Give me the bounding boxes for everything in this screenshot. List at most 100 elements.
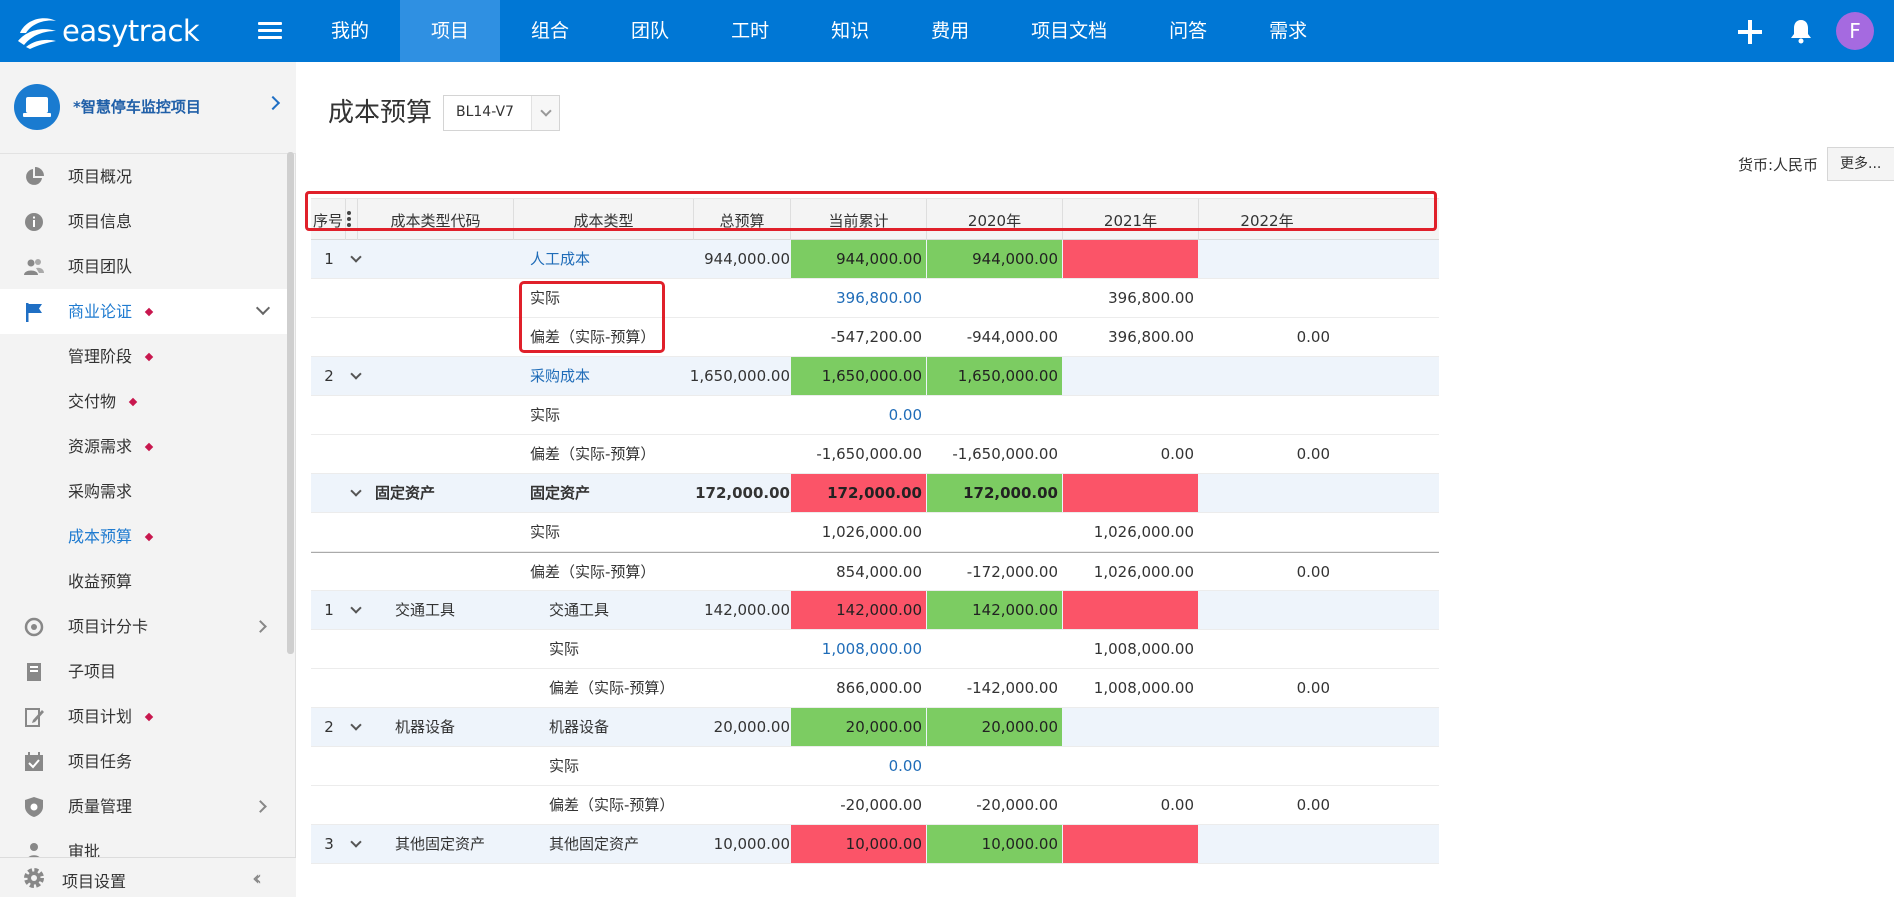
table-row[interactable]: 偏差（实际-预算） 854,000.00 -172,000.00 1,026,0… [311,552,1439,591]
sidebar-item-plan[interactable]: 项目计划 [0,694,288,739]
chevron-down-icon [350,602,362,614]
project-logo-icon [14,84,60,130]
required-dot-icon [144,532,154,541]
more-button[interactable]: 更多... [1827,147,1894,181]
cell-2020: -142,000.00 [966,679,1058,697]
table-row[interactable]: 3 其他固定资产 其他固定资产 10,000.00 10,000.00 10,0… [311,825,1439,864]
nav-item-project[interactable]: 项目 [400,0,501,62]
nav-item-portfolio[interactable]: 组合 [500,0,600,62]
cell-current: 1,026,000.00 [821,523,922,541]
add-icon[interactable] [1738,20,1762,44]
cell-current: -1,650,000.00 [816,445,922,463]
sidebar-scrollbar[interactable] [287,152,294,654]
sidebar-item-revenue-budget[interactable]: 收益预算 [0,559,288,604]
sidebar-item-label: 项目团队 [68,257,133,276]
nav-item-my[interactable]: 我的 [300,0,400,62]
row-toggle[interactable] [347,474,367,512]
cell-2020: 20,000.00 [927,708,1062,746]
sidebar-item-quality[interactable]: 质量管理 [0,784,288,829]
sidebar-item-tasks[interactable]: 项目任务 [0,739,288,784]
cell-2022 [1199,357,1334,395]
sidebar-item-business-case[interactable]: 商业论证 [0,289,288,334]
page-title: 成本预算 [328,98,433,128]
logo-icon [18,18,56,49]
row-toggle[interactable] [347,357,367,395]
required-dot-icon [128,397,138,406]
cell-current[interactable]: 396,800.00 [791,279,926,317]
bell-icon[interactable] [1789,18,1813,44]
sidebar-item-procurement[interactable]: 采购需求 [0,469,288,514]
table-row[interactable]: 实际 1,008,000.00 1,008,000.00 [311,630,1439,669]
table-row[interactable]: 2 采购成本 1,650,000.00 1,650,000.00 1,650,0… [311,357,1439,396]
sidebar-item-info[interactable]: 项目信息 [0,199,288,244]
cell-current: 866,000.00 [836,679,922,697]
nav-item-qa[interactable]: 问答 [1138,0,1238,62]
sidebar-item-label: 成本预算 [68,514,154,559]
sidebar-item-overview[interactable]: 项目概况 [0,154,288,199]
project-settings[interactable]: 项目设置 ‹‹ [0,857,296,897]
pie-chart-icon [26,167,44,185]
highlight-box-rows [519,281,665,353]
table-row[interactable]: 实际 396,800.00 396,800.00 [311,279,1439,318]
sidebar-item-stages[interactable]: 管理阶段 [0,334,288,379]
cell-total: 10,000.00 [713,835,790,853]
row-toggle[interactable] [347,825,367,863]
cell-current[interactable]: 0.00 [791,396,926,434]
cell-2021: 1,008,000.00 [1093,679,1194,697]
logo-text: easytrack [62,14,200,48]
chevron-down-icon[interactable] [531,96,559,130]
required-dot-icon [144,352,154,361]
sidebar-item-team[interactable]: 项目团队 [0,244,288,289]
table-row[interactable]: 1 人工成本 944,000.00 944,000.00 944,000.00 [311,240,1439,279]
sidebar-item-deliverables[interactable]: 交付物 [0,379,288,424]
row-toggle[interactable] [347,240,367,278]
table-row[interactable]: 偏差（实际-预算） -547,200.00 -944,000.00 396,80… [311,318,1439,357]
cell-current[interactable]: 1,008,000.00 [791,630,926,668]
cell-current[interactable]: 0.00 [791,747,926,785]
easytrack-logo[interactable]: easytrack [16,10,200,52]
nav-item-documents[interactable]: 项目文档 [1000,0,1138,62]
chevron-right-icon [254,800,267,813]
table-row[interactable]: 2 机器设备 机器设备 20,000.00 20,000.00 20,000.0… [311,708,1439,747]
project-name: *智慧停车监控项目 [73,98,201,116]
row-toggle[interactable] [347,708,367,746]
sidebar-item-scorecard[interactable]: 项目计分卡 [0,604,288,649]
user-avatar[interactable]: F [1836,12,1874,50]
cell-2022: 0.00 [1296,563,1330,581]
row-toggle[interactable] [347,591,367,629]
version-select[interactable]: BL14-V7 [443,95,560,131]
table-row[interactable]: 实际 0.00 [311,396,1439,435]
table-row[interactable]: 固定资产 固定资产 172,000.00 172,000.00 172,000.… [311,474,1439,513]
nav-item-expense[interactable]: 费用 [900,0,1000,62]
cell-2020: 1,650,000.00 [927,357,1062,395]
cell-2022 [1199,708,1334,746]
cell-current: -20,000.00 [840,796,922,814]
shield-icon [25,797,43,817]
cell-current: 10,000.00 [791,825,926,863]
table-row[interactable]: 1 交通工具 交通工具 142,000.00 142,000.00 142,00… [311,591,1439,630]
cell-2022 [1199,474,1334,512]
sidebar-item-cost-budget[interactable]: 成本预算 [0,514,288,559]
project-header[interactable]: *智慧停车监控项目 [0,62,296,154]
nav-item-team[interactable]: 团队 [600,0,700,62]
collapse-sidebar-icon[interactable]: ‹‹ [252,868,262,888]
table-row[interactable]: 偏差（实际-预算） 866,000.00 -142,000.00 1,008,0… [311,669,1439,708]
sidebar-item-label: 子项目 [68,662,117,681]
cell-2021 [1063,708,1198,746]
cell-2021: 1,008,000.00 [1093,640,1194,658]
chevron-right-icon[interactable] [265,95,281,111]
sidebar-item-subproject[interactable]: 子项目 [0,649,288,694]
table-row[interactable]: 偏差（实际-预算） -1,650,000.00 -1,650,000.00 0.… [311,435,1439,474]
cell-2022 [1199,825,1334,863]
table-row[interactable]: 实际 1,026,000.00 1,026,000.00 [311,513,1439,552]
menu-toggle-icon[interactable] [258,22,282,40]
table-row[interactable]: 偏差（实际-预算） -20,000.00 -20,000.00 0.00 0.0… [311,786,1439,825]
cell-total: 142,000.00 [704,601,790,619]
info-icon [25,213,43,231]
nav-item-requirements[interactable]: 需求 [1238,0,1338,62]
cell-2020: 10,000.00 [927,825,1062,863]
table-row[interactable]: 实际 0.00 [311,747,1439,786]
nav-item-timesheet[interactable]: 工时 [700,0,800,62]
sidebar-item-resources[interactable]: 资源需求 [0,424,288,469]
nav-item-knowledge[interactable]: 知识 [800,0,900,62]
